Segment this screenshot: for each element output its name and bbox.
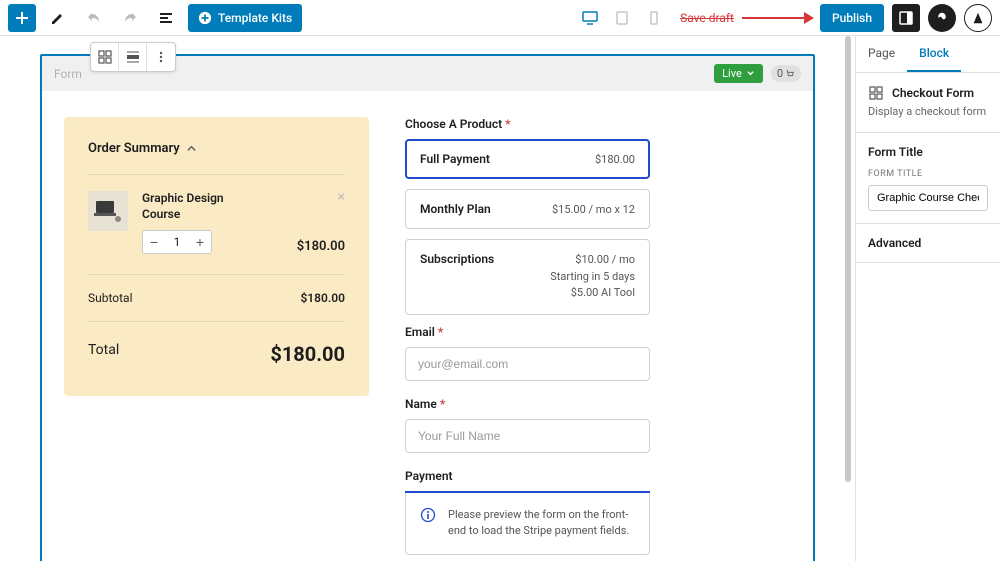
product-row: Graphic Design Course − 1 + × $180.00 <box>88 174 345 275</box>
payment-notice: Please preview the form on the front-end… <box>405 493 650 555</box>
annotation-arrow <box>742 17 812 19</box>
qty-value: 1 <box>165 235 189 249</box>
edit-mode-button[interactable] <box>44 4 72 32</box>
undo-button[interactable] <box>80 4 108 32</box>
form-title-input[interactable] <box>868 185 988 211</box>
template-kits-button[interactable]: Template Kits <box>188 4 302 32</box>
name-label: Name * <box>405 397 650 411</box>
checkout-form-fields: Choose A Product * Full Payment $180.00 … <box>405 117 650 561</box>
plugin-icon[interactable] <box>928 4 956 32</box>
order-summary-card: Order Summary Graphic Design Course − 1 <box>64 117 369 396</box>
settings-sidebar: Page Block Checkout Form Display a check… <box>855 36 1000 561</box>
total-label: Total <box>88 342 119 366</box>
email-field[interactable] <box>405 347 650 381</box>
tablet-preview-icon[interactable] <box>608 4 636 32</box>
checkout-form-icon <box>868 85 884 101</box>
name-field[interactable] <box>405 419 650 453</box>
remove-product-button[interactable]: × <box>338 189 345 205</box>
form-title-section[interactable]: Form Title <box>868 145 988 159</box>
sidebar-block-desc: Display a checkout form <box>868 105 988 118</box>
template-kits-label: Template Kits <box>218 11 292 25</box>
chevron-down-icon <box>746 69 755 78</box>
choose-product-label: Choose A Product * <box>405 117 650 131</box>
subtotal-value: $180.00 <box>300 291 345 305</box>
advanced-section[interactable]: Advanced <box>868 236 988 250</box>
qty-increment-button[interactable]: + <box>189 231 211 253</box>
product-option-subscriptions[interactable]: Subscriptions $10.00 / mo Starting in 5 … <box>405 239 650 315</box>
mobile-preview-icon[interactable] <box>640 4 668 32</box>
block-header-title: Form <box>54 67 82 81</box>
checkout-form-block[interactable]: Form Live 0 Order Summary <box>40 54 815 561</box>
cart-icon <box>785 69 795 79</box>
product-option-full-payment[interactable]: Full Payment $180.00 <box>405 139 650 179</box>
entries-count-badge[interactable]: 0 <box>771 65 801 82</box>
canvas-scrollbar[interactable] <box>845 36 851 561</box>
tab-page[interactable]: Page <box>856 36 907 72</box>
live-mode-badge[interactable]: Live <box>714 64 763 83</box>
product-thumbnail <box>88 191 128 231</box>
product-name: Graphic Design Course <box>142 191 252 222</box>
desktop-preview-icon[interactable] <box>576 4 604 32</box>
tab-block[interactable]: Block <box>907 36 961 72</box>
email-label: Email * <box>405 325 650 339</box>
settings-sidebar-toggle[interactable] <box>892 4 920 32</box>
info-icon <box>420 507 436 523</box>
block-type-icon[interactable] <box>91 43 119 71</box>
document-outline-button[interactable] <box>152 4 180 32</box>
order-summary-title[interactable]: Order Summary <box>88 141 345 156</box>
editor-topbar: Template Kits Save draft Publish <box>0 0 1000 36</box>
qty-decrement-button[interactable]: − <box>143 231 165 253</box>
redo-button[interactable] <box>116 4 144 32</box>
editor-canvas[interactable]: Form Live 0 Order Summary <box>0 36 855 561</box>
publish-button[interactable]: Publish <box>820 4 884 32</box>
add-block-button[interactable] <box>8 4 36 32</box>
block-align-button[interactable] <box>119 43 147 71</box>
quantity-stepper: − 1 + <box>142 230 212 254</box>
subtotal-label: Subtotal <box>88 291 133 305</box>
payment-label: Payment <box>405 469 650 483</box>
total-value: $180.00 <box>270 342 345 366</box>
sidebar-block-name: Checkout Form <box>892 86 974 100</box>
save-draft-button[interactable]: Save draft <box>680 11 734 25</box>
user-avatar[interactable] <box>964 4 992 32</box>
form-title-field-label: FORM TITLE <box>868 169 988 179</box>
chevron-up-icon <box>186 143 197 154</box>
product-option-monthly-plan[interactable]: Monthly Plan $15.00 / mo x 12 <box>405 189 650 229</box>
block-more-button[interactable] <box>147 43 175 71</box>
block-toolbar <box>90 42 176 72</box>
product-price: $180.00 <box>297 239 345 254</box>
